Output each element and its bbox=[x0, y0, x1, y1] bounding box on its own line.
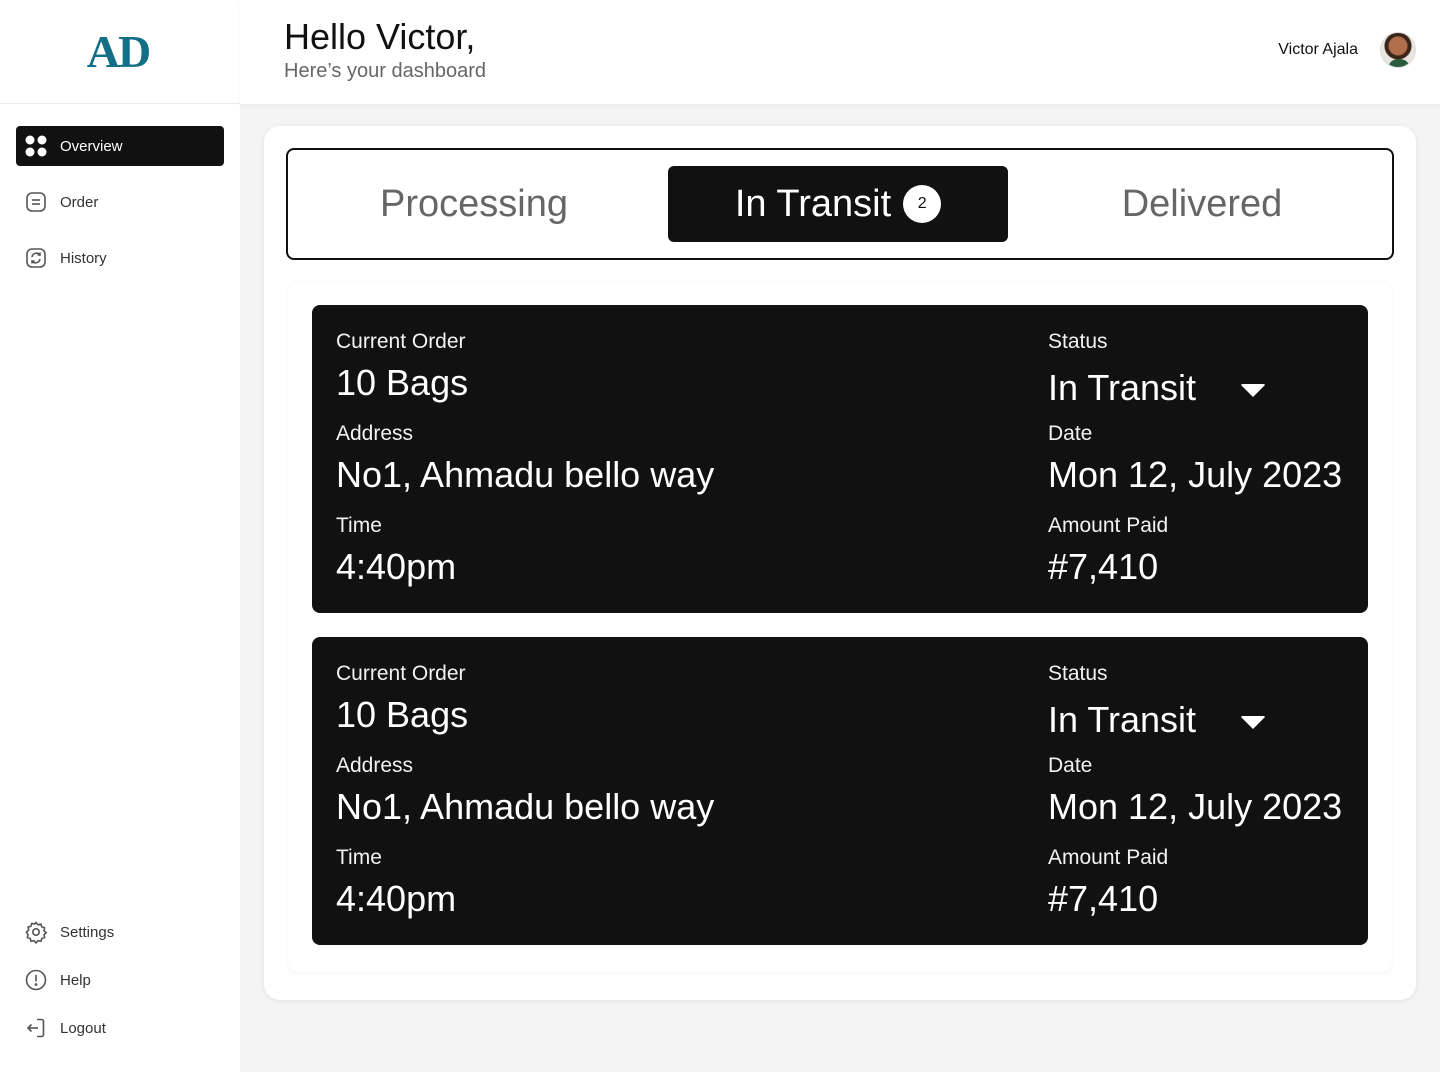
sidebar-item-order[interactable]: Order bbox=[16, 182, 224, 222]
history-icon bbox=[24, 246, 48, 270]
top-header: Hello Victor, Here’s your dashboard Vict… bbox=[240, 0, 1440, 104]
logout-icon bbox=[24, 1016, 48, 1040]
sidebar-item-settings[interactable]: Settings bbox=[16, 912, 224, 952]
avatar[interactable] bbox=[1380, 32, 1416, 68]
amount-value: #7,410 bbox=[1048, 546, 1159, 587]
order-value: 10 Bags bbox=[336, 362, 469, 403]
dashboard-panel: Processing In Transit 2 Delivered Curren… bbox=[264, 126, 1416, 1000]
amount-value: #7,410 bbox=[1048, 878, 1159, 919]
order-card[interactable]: Current Order 10 Bags Address No1, Ahmad… bbox=[312, 637, 1368, 945]
tab-label: In Transit bbox=[734, 182, 892, 225]
count-badge: 2 bbox=[903, 185, 942, 223]
info-icon bbox=[24, 968, 48, 992]
status-dropdown[interactable]: In Transit bbox=[1048, 355, 1342, 421]
order-meta: Status In Transit Date Mon 12, July 2023… bbox=[1048, 661, 1342, 937]
sidebar-item-label: Help bbox=[60, 971, 91, 989]
time-label: Time bbox=[336, 514, 382, 537]
sidebar-nav: Overview Order History bbox=[16, 126, 224, 294]
status-label: Status bbox=[1048, 662, 1108, 685]
logo-area: AD bbox=[0, 0, 240, 104]
sidebar-item-label: Settings bbox=[60, 923, 115, 941]
time-value: 4:40pm bbox=[336, 546, 457, 587]
tab-in-transit[interactable]: In Transit 2 bbox=[668, 166, 1008, 242]
status-label: Status bbox=[1048, 330, 1108, 353]
sidebar-item-overview[interactable]: Overview bbox=[16, 126, 224, 166]
order-card[interactable]: Current Order 10 Bags Address No1, Ahmad… bbox=[312, 305, 1368, 613]
date-label: Date bbox=[1048, 754, 1093, 777]
sidebar-bottom-nav: Settings Help Logout bbox=[16, 912, 224, 1056]
order-value: 10 Bags bbox=[336, 694, 469, 735]
sidebar: AD Overview Order History Settings Help … bbox=[0, 0, 240, 1072]
tab-label: Delivered bbox=[1121, 182, 1283, 225]
order-meta: Status In Transit Date Mon 12, July 2023… bbox=[1048, 329, 1342, 605]
caret-down-icon[interactable] bbox=[1240, 715, 1267, 729]
address-value: No1, Ahmadu bello way bbox=[336, 786, 715, 827]
logo[interactable]: AD bbox=[87, 25, 151, 78]
date-value: Mon 12, July 2023 bbox=[1048, 786, 1343, 827]
page-subtitle: Here’s your dashboard bbox=[284, 60, 486, 82]
sidebar-item-help[interactable]: Help bbox=[16, 960, 224, 1000]
address-label: Address bbox=[336, 754, 414, 777]
sidebar-item-label: Order bbox=[60, 193, 99, 211]
tab-delivered[interactable]: Delivered bbox=[1032, 166, 1372, 242]
page-title: Hello Victor, bbox=[284, 16, 476, 57]
status-dropdown[interactable]: In Transit bbox=[1048, 687, 1342, 753]
time-value: 4:40pm bbox=[336, 878, 457, 919]
gear-icon bbox=[24, 920, 48, 944]
user-menu[interactable]: Victor Ajala bbox=[1278, 32, 1416, 68]
tab-processing[interactable]: Processing bbox=[304, 166, 644, 242]
grid-icon bbox=[24, 134, 48, 158]
sidebar-item-history[interactable]: History bbox=[16, 238, 224, 278]
orders-list: Current Order 10 Bags Address No1, Ahmad… bbox=[288, 282, 1392, 972]
caret-down-icon[interactable] bbox=[1240, 383, 1267, 397]
amount-label: Amount Paid bbox=[1048, 514, 1169, 537]
address-label: Address bbox=[336, 422, 414, 445]
sidebar-item-logout[interactable]: Logout bbox=[16, 1008, 224, 1048]
order-details: Current Order 10 Bags Address No1, Ahmad… bbox=[336, 661, 714, 937]
sidebar-item-label: Overview bbox=[60, 137, 123, 155]
order-label: Current Order bbox=[336, 662, 466, 685]
date-value: Mon 12, July 2023 bbox=[1048, 454, 1343, 495]
order-label: Current Order bbox=[336, 330, 466, 353]
amount-label: Amount Paid bbox=[1048, 846, 1169, 869]
sidebar-item-label: Logout bbox=[60, 1019, 106, 1037]
order-status-tabs: Processing In Transit 2 Delivered bbox=[286, 148, 1394, 260]
sidebar-item-label: History bbox=[60, 249, 107, 267]
order-icon bbox=[24, 190, 48, 214]
date-label: Date bbox=[1048, 422, 1093, 445]
order-details: Current Order 10 Bags Address No1, Ahmad… bbox=[336, 329, 714, 605]
address-value: No1, Ahmadu bello way bbox=[336, 454, 715, 495]
status-value: In Transit bbox=[1048, 699, 1197, 740]
status-value: In Transit bbox=[1048, 367, 1197, 408]
tab-label: Processing bbox=[380, 182, 568, 225]
user-name: Victor Ajala bbox=[1278, 41, 1358, 58]
greeting: Hello Victor, Here’s your dashboard bbox=[284, 16, 486, 83]
time-label: Time bbox=[336, 846, 382, 869]
